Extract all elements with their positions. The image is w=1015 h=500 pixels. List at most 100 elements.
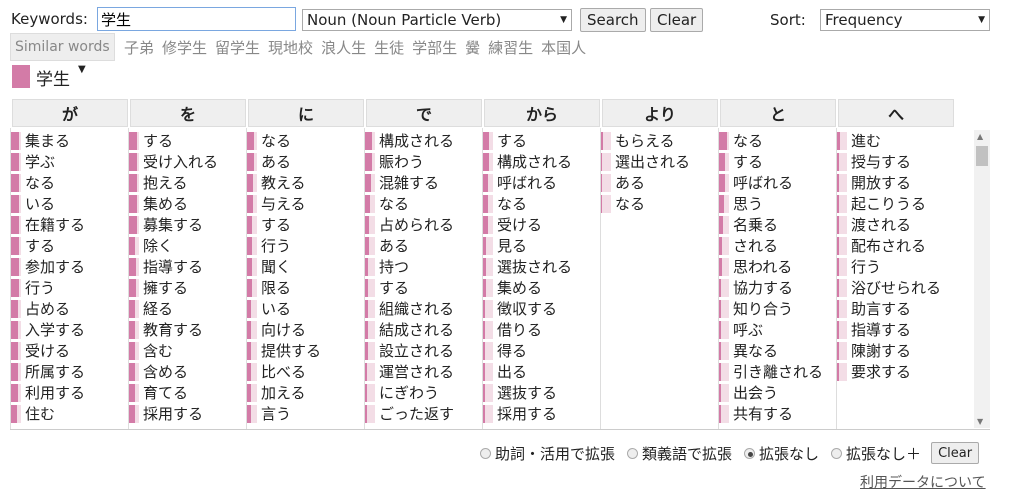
- list-item[interactable]: 集める: [129, 193, 244, 214]
- list-item[interactable]: ごった返す: [365, 403, 480, 424]
- list-item[interactable]: 構成される: [483, 151, 598, 172]
- list-item[interactable]: 採用する: [129, 403, 244, 424]
- column-header[interactable]: と: [720, 99, 836, 127]
- list-item[interactable]: 起こりうる: [837, 193, 952, 214]
- list-item[interactable]: 行う: [247, 235, 362, 256]
- clear-button[interactable]: Clear: [650, 8, 704, 32]
- similar-words-button[interactable]: Similar words: [10, 33, 115, 61]
- search-button[interactable]: Search: [580, 8, 646, 32]
- list-item[interactable]: 思われる: [719, 256, 834, 277]
- list-item[interactable]: 住む: [11, 403, 126, 424]
- list-item[interactable]: ある: [365, 235, 480, 256]
- list-item[interactable]: なる: [247, 130, 362, 151]
- column-header[interactable]: から: [484, 99, 600, 127]
- list-item[interactable]: 所属する: [11, 361, 126, 382]
- list-item[interactable]: 引き離される: [719, 361, 834, 382]
- radio-label[interactable]: 拡張なし＋: [846, 443, 921, 464]
- similar-word-link[interactable]: 黌: [465, 37, 480, 58]
- list-item[interactable]: する: [11, 235, 126, 256]
- list-item[interactable]: 運営される: [365, 361, 480, 382]
- options-clear-button[interactable]: Clear: [931, 442, 980, 464]
- list-item[interactable]: 限る: [247, 277, 362, 298]
- list-item[interactable]: 除く: [129, 235, 244, 256]
- list-item[interactable]: 組織される: [365, 298, 480, 319]
- list-item[interactable]: なる: [365, 193, 480, 214]
- radio-button[interactable]: [627, 447, 639, 459]
- list-item[interactable]: 指導する: [837, 319, 952, 340]
- list-item[interactable]: 共有する: [719, 403, 834, 424]
- list-item[interactable]: ある: [247, 151, 362, 172]
- list-item[interactable]: 持つ: [365, 256, 480, 277]
- list-item[interactable]: 呼ばれる: [719, 172, 834, 193]
- list-item[interactable]: 行う: [837, 256, 952, 277]
- list-item[interactable]: 集まる: [11, 130, 126, 151]
- list-item[interactable]: する: [483, 130, 598, 151]
- list-item[interactable]: 採用する: [483, 403, 598, 424]
- similar-word-link[interactable]: 学部生: [412, 37, 457, 58]
- list-item[interactable]: 徴収する: [483, 298, 598, 319]
- column-header[interactable]: へ: [838, 99, 954, 127]
- list-item[interactable]: 募集する: [129, 214, 244, 235]
- similar-word-link[interactable]: 浪人生: [321, 37, 366, 58]
- list-item[interactable]: 助言する: [837, 298, 952, 319]
- similar-word-link[interactable]: 練習生: [488, 37, 533, 58]
- list-item[interactable]: 渡される: [837, 214, 952, 235]
- list-item[interactable]: する: [365, 277, 480, 298]
- list-item[interactable]: 占められる: [365, 214, 480, 235]
- list-item[interactable]: する: [719, 151, 834, 172]
- pos-select[interactable]: Noun (Noun Particle Verb) ▼: [302, 9, 572, 31]
- radio-button[interactable]: [480, 447, 491, 459]
- about-data-link[interactable]: 利用データについて: [860, 472, 986, 492]
- radio-button[interactable]: [744, 447, 756, 459]
- list-item[interactable]: もらえる: [601, 130, 716, 151]
- list-item[interactable]: 呼ぶ: [719, 319, 834, 340]
- list-item[interactable]: 含める: [129, 361, 244, 382]
- list-item[interactable]: 育てる: [129, 382, 244, 403]
- list-item[interactable]: 集める: [483, 277, 598, 298]
- list-item[interactable]: 参加する: [11, 256, 126, 277]
- list-item[interactable]: 選抜される: [483, 256, 598, 277]
- list-item[interactable]: 出る: [483, 361, 598, 382]
- list-item[interactable]: 受ける: [11, 340, 126, 361]
- list-item[interactable]: なる: [11, 172, 126, 193]
- list-item[interactable]: 賑わう: [365, 151, 480, 172]
- similar-word-link[interactable]: 生徒: [374, 37, 404, 58]
- list-item[interactable]: 提供する: [247, 340, 362, 361]
- scrollbar-thumb[interactable]: [976, 146, 988, 166]
- radio-button[interactable]: [831, 447, 843, 459]
- radio-label[interactable]: 助詞・活用で拡張: [495, 443, 615, 464]
- list-item[interactable]: 利用する: [11, 382, 126, 403]
- list-item[interactable]: 結成される: [365, 319, 480, 340]
- list-item[interactable]: 聞く: [247, 256, 362, 277]
- similar-word-link[interactable]: 子弟: [124, 37, 154, 58]
- list-item[interactable]: ある: [601, 172, 716, 193]
- list-item[interactable]: 知り合う: [719, 298, 834, 319]
- list-item[interactable]: 名乗る: [719, 214, 834, 235]
- list-item[interactable]: 混雑する: [365, 172, 480, 193]
- list-item[interactable]: 要求する: [837, 361, 952, 382]
- list-item[interactable]: 行う: [11, 277, 126, 298]
- list-item[interactable]: 向ける: [247, 319, 362, 340]
- list-item[interactable]: 異なる: [719, 340, 834, 361]
- scroll-up-icon[interactable]: ▲: [977, 132, 983, 141]
- radio-label[interactable]: 類義語で拡張: [642, 443, 732, 464]
- list-item[interactable]: 受け入れる: [129, 151, 244, 172]
- column-header[interactable]: で: [366, 99, 482, 127]
- column-header[interactable]: が: [12, 99, 128, 127]
- similar-word-link[interactable]: 現地校: [268, 37, 313, 58]
- list-item[interactable]: 与える: [247, 193, 362, 214]
- list-item[interactable]: する: [129, 130, 244, 151]
- column-header[interactable]: を: [130, 99, 246, 127]
- list-item[interactable]: 設立される: [365, 340, 480, 361]
- similar-word-link[interactable]: 留学生: [215, 37, 260, 58]
- list-item[interactable]: 授与する: [837, 151, 952, 172]
- list-item[interactable]: 出会う: [719, 382, 834, 403]
- list-item[interactable]: 学ぶ: [11, 151, 126, 172]
- list-item[interactable]: 経る: [129, 298, 244, 319]
- list-item[interactable]: 思う: [719, 193, 834, 214]
- list-item[interactable]: 占める: [11, 298, 126, 319]
- list-item[interactable]: 構成される: [365, 130, 480, 151]
- list-item[interactable]: 陳謝する: [837, 340, 952, 361]
- list-item[interactable]: 浴びせられる: [837, 277, 952, 298]
- scroll-down-icon[interactable]: ▼: [977, 417, 983, 426]
